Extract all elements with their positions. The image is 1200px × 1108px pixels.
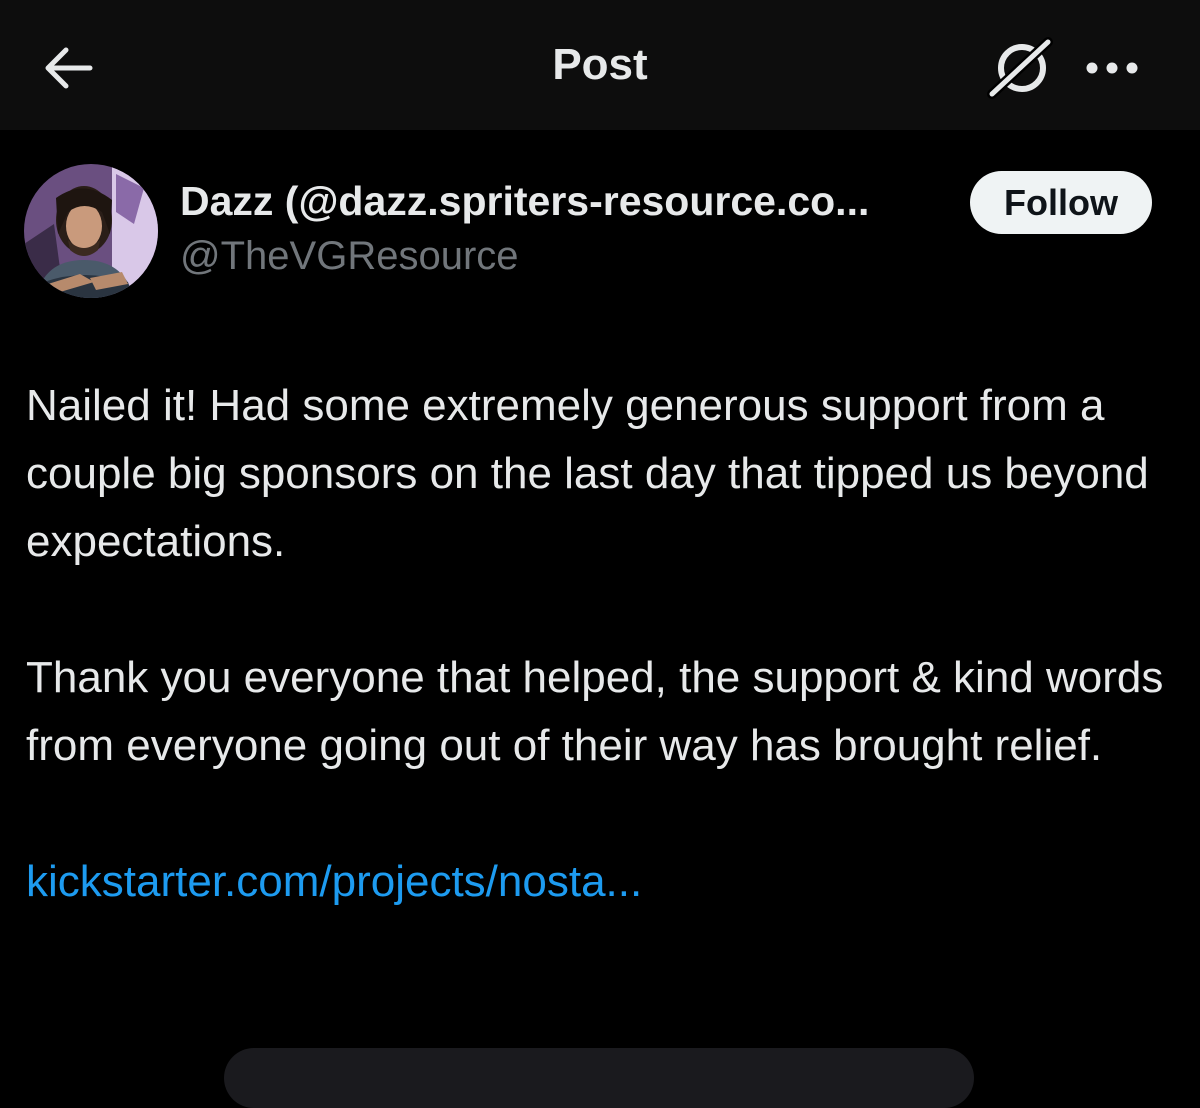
grok-icon <box>987 37 1053 99</box>
bottom-action-bar[interactable] <box>224 1048 974 1108</box>
back-button[interactable] <box>38 42 98 94</box>
top-bar: Post <box>0 0 1200 130</box>
post-paragraph: Thank you everyone that helped, the supp… <box>26 653 1164 770</box>
user-avatar[interactable] <box>24 164 158 298</box>
author-display-name[interactable]: Dazz (@dazz.spriters-resource.co... <box>180 178 869 225</box>
post-text: Nailed it! Had some extremely generous s… <box>26 372 1176 916</box>
post-link[interactable]: kickstarter.com/projects/nosta... <box>26 857 642 906</box>
arrow-left-icon <box>45 47 93 89</box>
grok-button[interactable] <box>986 36 1056 100</box>
follow-button[interactable]: Follow <box>970 171 1152 234</box>
more-horizontal-icon <box>1086 62 1138 74</box>
post-paragraph: Nailed it! Had some extremely generous s… <box>26 381 1149 566</box>
author-handle[interactable]: @TheVGResource <box>180 234 519 279</box>
more-options-button[interactable] <box>1080 50 1144 86</box>
post-link-line: kickstarter.com/projects/nosta... <box>26 848 1176 916</box>
